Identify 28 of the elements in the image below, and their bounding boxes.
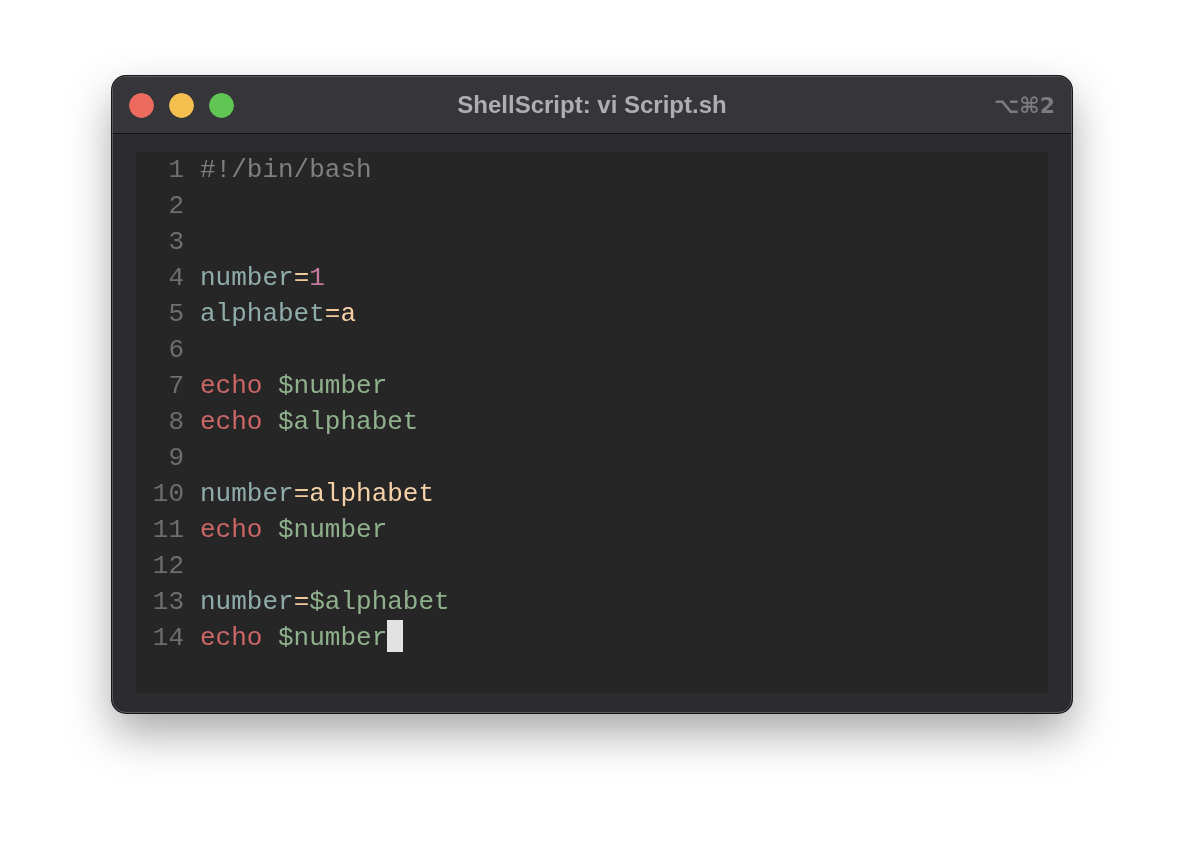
code-line: number=alphabet bbox=[200, 478, 435, 511]
code-line: number=1 bbox=[200, 262, 325, 295]
line-number: 1 bbox=[167, 154, 184, 187]
line-number: 10 bbox=[151, 478, 184, 511]
line-number: 2 bbox=[167, 190, 184, 223]
code-line: number=$alphabet bbox=[200, 586, 450, 619]
line-number: 14 bbox=[151, 622, 184, 655]
line-number: 5 bbox=[167, 298, 184, 331]
close-icon[interactable] bbox=[129, 92, 154, 118]
window-title: ShellScript: vi Script.sh bbox=[457, 91, 727, 118]
line-number: 8 bbox=[167, 406, 184, 439]
line-number: 4 bbox=[167, 262, 184, 295]
code-line: echo $number bbox=[200, 370, 388, 403]
keyboard-shortcut: ⌥⌘2 bbox=[993, 92, 1055, 118]
line-number: 11 bbox=[151, 514, 184, 547]
line-number: 6 bbox=[167, 334, 184, 367]
line-number: 13 bbox=[151, 586, 184, 619]
code-line: echo $number bbox=[200, 622, 388, 655]
maximize-icon[interactable] bbox=[209, 92, 234, 118]
code-line: echo $number bbox=[200, 514, 388, 547]
code-line: echo $alphabet bbox=[200, 406, 419, 439]
line-number: 9 bbox=[167, 442, 184, 475]
line-number: 7 bbox=[167, 370, 184, 403]
code-line: #!/bin/bash bbox=[200, 154, 372, 187]
code-line: alphabet=a bbox=[200, 298, 357, 331]
line-number: 3 bbox=[167, 226, 184, 259]
minimize-icon[interactable] bbox=[169, 92, 194, 118]
line-number: 12 bbox=[151, 550, 184, 583]
